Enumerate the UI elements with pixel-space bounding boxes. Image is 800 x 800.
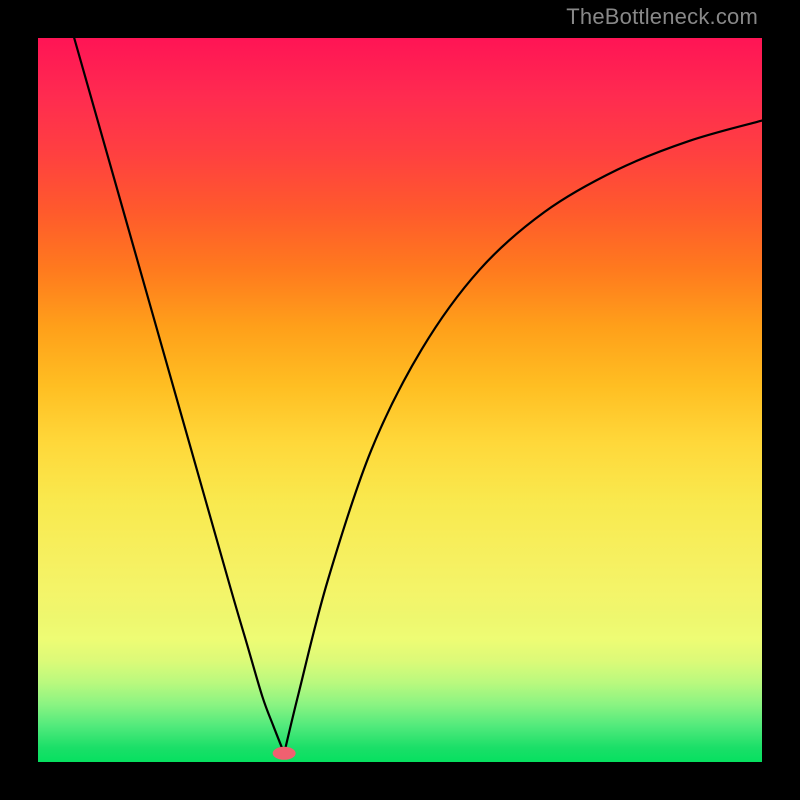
min-point-marker	[273, 747, 295, 759]
curve-right-branch	[284, 121, 762, 754]
chart-svg	[38, 38, 762, 762]
curve-left-branch	[74, 38, 284, 753]
chart-frame: TheBottleneck.com	[0, 0, 800, 800]
watermark-text: TheBottleneck.com	[566, 4, 758, 30]
plot-area	[38, 38, 762, 762]
